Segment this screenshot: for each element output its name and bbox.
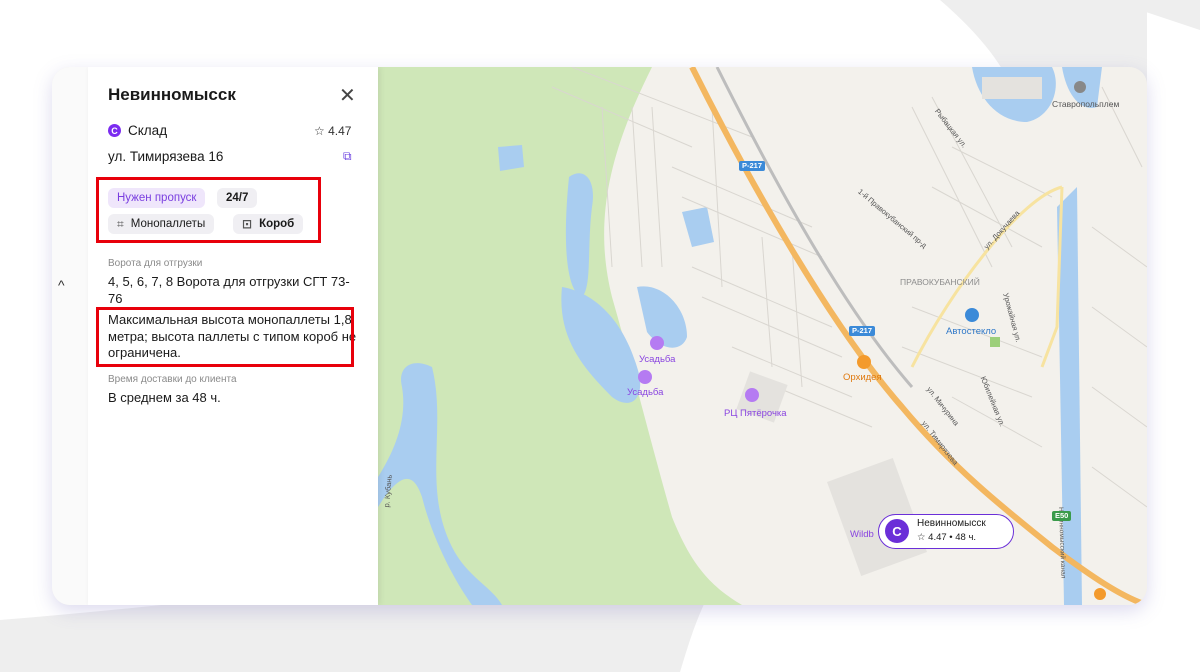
- place-label: Автостекло: [946, 326, 997, 337]
- left-collapsed-panel[interactable]: ^: [52, 67, 89, 605]
- place-label: Орхидея: [843, 372, 882, 383]
- warehouse-info-panel: Невинномысск ✕ С Склад ☆ 4.47 ул. Тимиря…: [88, 67, 378, 605]
- place-label: Wildb: [850, 529, 874, 540]
- rating: ☆ 4.47: [314, 124, 352, 138]
- warehouse-marker[interactable]: С Невинномысск ☆ 4.47 • 48 ч.: [878, 514, 1014, 549]
- highlight-box-height: [96, 307, 354, 367]
- highway-sign: Р-217: [739, 161, 766, 171]
- warehouse-type-icon: С: [108, 124, 121, 137]
- park-marker-icon: [990, 337, 1000, 347]
- place-label: Усадьба: [639, 354, 676, 365]
- warehouse-type-row: С Склад: [108, 123, 167, 138]
- warehouse-type-label: Склад: [128, 123, 168, 138]
- restaurant-pin-icon[interactable]: [857, 355, 871, 369]
- place-label: РЦ Пятёрочка: [724, 408, 787, 419]
- highway-sign: Е50: [1052, 511, 1072, 521]
- car-service-pin-icon[interactable]: [965, 308, 979, 322]
- gates-value: 4, 5, 6, 7, 8 Ворота для отгрузки СГТ 73…: [108, 274, 350, 306]
- warehouse-marker-meta: ☆ 4.47 • 48 ч.: [917, 532, 977, 543]
- warehouse-badge-icon: С: [885, 519, 909, 543]
- panel-title: Невинномысск: [108, 85, 236, 104]
- park-pin-icon[interactable]: [638, 370, 652, 384]
- chevron-up-icon[interactable]: ^: [58, 277, 65, 293]
- gates-label: Ворота для отгрузки: [108, 258, 203, 269]
- delivery-value: В среднем за 48 ч.: [108, 390, 221, 405]
- district-label: ПРАВОКУБАНСКИЙ: [900, 277, 980, 287]
- park-pin-icon[interactable]: [650, 336, 664, 350]
- place-label: Ставропольплем: [1052, 99, 1120, 109]
- place-pin-icon[interactable]: [1074, 81, 1086, 93]
- delivery-label: Время доставки до клиента: [108, 374, 237, 385]
- highlight-box-tags: [96, 177, 321, 243]
- copy-icon[interactable]: ⧉: [343, 149, 352, 164]
- highway-sign: Р-217: [849, 326, 876, 336]
- map-card: Усадьба Усадьба РЦ Пятёрочка Орхидея Авт…: [52, 67, 1147, 605]
- close-icon[interactable]: ✕: [339, 83, 356, 108]
- lake: [498, 145, 524, 171]
- address: ул. Тимирязева 16: [108, 149, 224, 164]
- warehouse-marker-name: Невинномысск: [917, 518, 986, 529]
- place-label: Усадьба: [627, 387, 664, 398]
- building: [982, 77, 1042, 99]
- shop-pin-icon[interactable]: [745, 388, 759, 402]
- restaurant-pin-icon[interactable]: [1094, 588, 1106, 600]
